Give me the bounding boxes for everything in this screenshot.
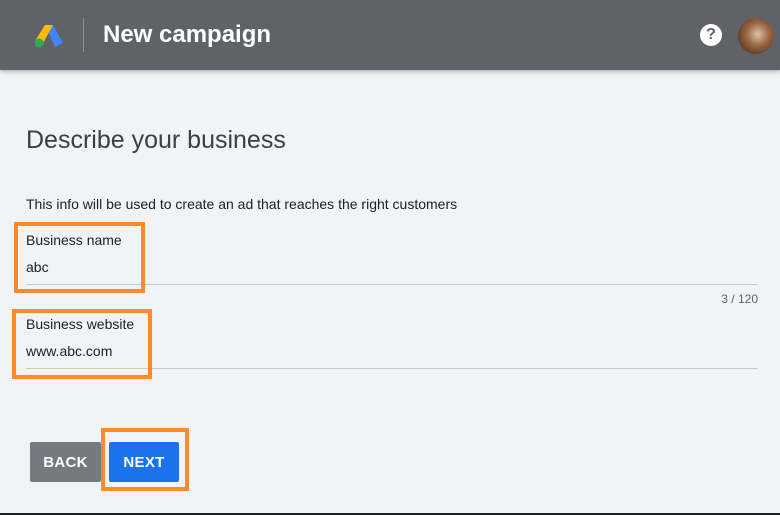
page-title: New campaign: [103, 21, 272, 48]
business-website-highlight: [12, 309, 152, 379]
back-button[interactable]: BACK: [30, 442, 101, 482]
business-name-char-counter: 3 / 120: [721, 292, 758, 306]
business-name-highlight: [14, 222, 145, 293]
help-icon[interactable]: ?: [700, 24, 722, 46]
section-heading: Describe your business: [26, 126, 286, 154]
section-subtitle: This info will be used to create an ad t…: [26, 196, 458, 212]
avatar[interactable]: [738, 18, 774, 54]
next-button-highlight: [101, 428, 189, 491]
google-ads-logo-icon[interactable]: [34, 23, 64, 49]
header-divider: [83, 18, 84, 52]
app-header: New campaign ?: [0, 0, 780, 70]
